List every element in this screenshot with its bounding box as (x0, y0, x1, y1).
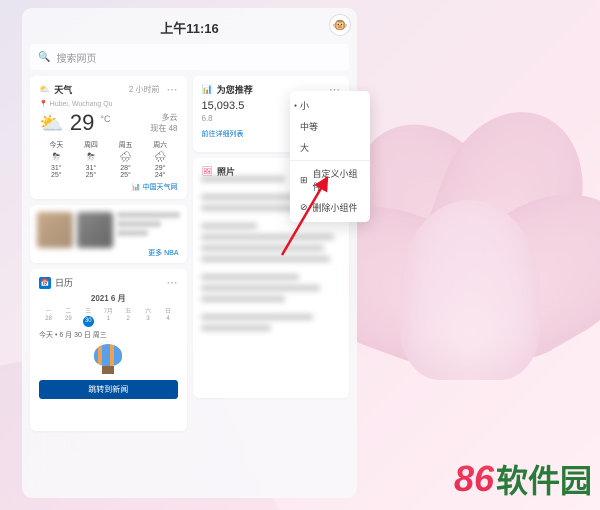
weather-unit: °C (100, 114, 110, 124)
menu-remove[interactable]: ⊘删除小组件 (290, 197, 370, 218)
weather-location: 📍 Hubei, Wuchang Qu (39, 100, 178, 108)
weather-source[interactable]: 📊 中国天气网 (39, 182, 178, 192)
menu-size-medium[interactable]: 中等 (290, 116, 370, 137)
weather-widget[interactable]: ⛅ 天气 2 小时前 ⋯ 📍 Hubei, Wuchang Qu ⛅ 29 °C… (30, 76, 187, 199)
watermark-text: 软件园 (496, 456, 592, 502)
search-icon: 🔍 (38, 52, 50, 63)
weather-icon: ⛅ (39, 84, 50, 95)
panel-header: 上午11:16 🐵 (30, 16, 349, 38)
weather-more-icon[interactable]: ⋯ (167, 83, 178, 96)
watermark-number: 86 (454, 458, 494, 500)
menu-separator (290, 160, 370, 161)
weather-title: 天气 (54, 83, 72, 96)
weather-condition: 多云 现在 48 (150, 112, 177, 134)
calendar-news-button[interactable]: 跳转到新闻 (39, 380, 178, 399)
widgets-panel: 上午11:16 🐵 🔍 搜索网页 ⛅ 天气 2 小时前 ⋯ 📍 Hubei, W… (22, 8, 357, 498)
widget-context-menu: 小 中等 大 ⊞自定义小组件 ⊘删除小组件 (290, 91, 370, 222)
calendar-month: 2021 6 月 (39, 293, 178, 304)
unpin-icon: ⊘ (300, 202, 308, 213)
recommend-title: 为您推荐 (217, 83, 253, 96)
weather-temp: 29 (70, 110, 94, 136)
search-placeholder: 搜索网页 (56, 50, 96, 65)
forecast-day: 今天⛈31°25° (39, 140, 74, 179)
menu-customize[interactable]: ⊞自定义小组件 (290, 163, 370, 197)
search-box[interactable]: 🔍 搜索网页 (30, 44, 349, 70)
sports-more-link[interactable]: 更多 NBA (148, 248, 178, 258)
menu-size-large[interactable]: 大 (290, 137, 370, 158)
calendar-today: 30 (83, 316, 94, 327)
customize-icon: ⊞ (300, 175, 308, 186)
menu-size-small[interactable]: 小 (290, 95, 370, 116)
watermark: 86 软件园 (454, 456, 592, 502)
calendar-grid: 一二三7月五六日 2829301234 (39, 306, 178, 327)
forecast-day: 周四⛈31°25° (74, 140, 109, 179)
weather-updated: 2 小时前 (129, 84, 160, 95)
weather-condition-icon: ⛅ (39, 111, 64, 136)
sports-widget[interactable]: 更多 NBA (30, 205, 187, 263)
forecast-day: 周六🌧29°24° (143, 140, 178, 179)
balloon-illustration (92, 344, 124, 376)
calendar-icon: 📅 (39, 277, 51, 289)
clock: 上午11:16 (160, 18, 219, 37)
calendar-more-icon[interactable]: ⋯ (167, 276, 178, 289)
calendar-title: 日历 (55, 276, 73, 289)
user-avatar[interactable]: 🐵 (329, 14, 351, 36)
forecast-day: 周五🌧28°25° (108, 140, 143, 179)
calendar-today-label: 今天 • 6 月 30 日 周三 (39, 330, 178, 340)
weather-forecast: 今天⛈31°25° 周四⛈31°25° 周五🌧28°25° 周六🌧29°24° (39, 140, 178, 179)
recommend-icon: 📊 (202, 84, 213, 95)
calendar-widget[interactable]: 📅 日历 ⋯ 2021 6 月 一二三7月五六日 2829301234 今天 •… (30, 269, 187, 431)
